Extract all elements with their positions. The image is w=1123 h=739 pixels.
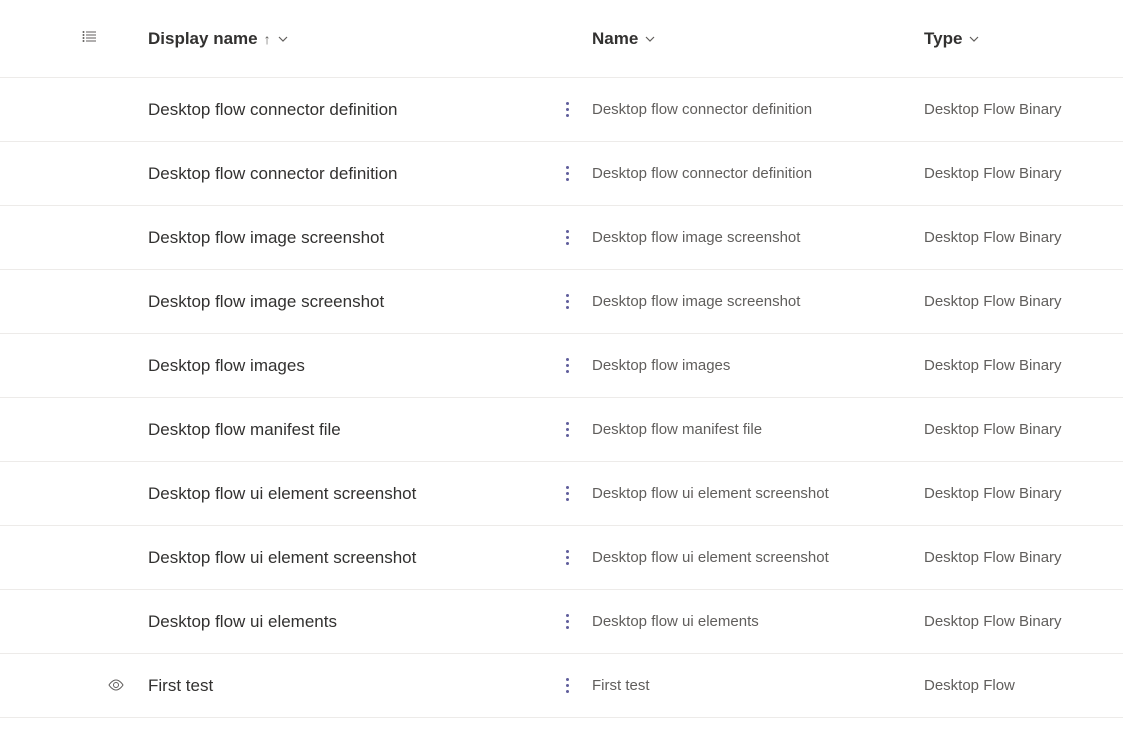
table-row[interactable]: Desktop flow image screenshot Desktop flo…	[0, 206, 1123, 270]
table-row[interactable]: Desktop flow image screenshot Desktop flo…	[0, 270, 1123, 334]
column-header-type-label: Type	[924, 29, 962, 49]
row-actions-cell	[542, 480, 592, 507]
more-actions-icon[interactable]	[560, 160, 575, 187]
type-cell: Desktop Flow Binary	[924, 229, 1123, 246]
column-header-type[interactable]: Type	[924, 29, 980, 49]
row-actions-cell	[542, 160, 592, 187]
name-cell: Desktop flow manifest file	[592, 421, 924, 438]
more-actions-icon[interactable]	[560, 480, 575, 507]
type-cell: Desktop Flow Binary	[924, 421, 1123, 438]
chevron-down-icon	[644, 33, 656, 45]
display-name-cell[interactable]: First test	[148, 676, 542, 696]
table-row[interactable]: Desktop flow connector definitionDesktop…	[0, 142, 1123, 206]
table-row[interactable]: Desktop flow manifest file Desktop flow m…	[0, 398, 1123, 462]
more-actions-icon[interactable]	[560, 96, 575, 123]
name-cell: Desktop flow connector definition	[592, 101, 924, 118]
more-actions-icon[interactable]	[560, 352, 575, 379]
table-row[interactable]: Desktop flow ui elements Desktop flow ui …	[0, 590, 1123, 654]
column-header-name-label: Name	[592, 29, 638, 49]
name-cell: Desktop flow ui elements	[592, 613, 924, 630]
row-actions-cell	[542, 288, 592, 315]
display-name-cell[interactable]: Desktop flow ui elements	[148, 612, 542, 632]
type-cell: Desktop Flow Binary	[924, 485, 1123, 502]
row-icon-cell	[0, 678, 148, 694]
sort-ascending-icon: ↑	[264, 31, 271, 47]
more-actions-icon[interactable]	[560, 288, 575, 315]
display-name-cell[interactable]: Desktop flow connector definition	[148, 100, 542, 120]
table-row[interactable]: Desktop flow imagesDesktop flow imagesDe…	[0, 334, 1123, 398]
chevron-down-icon	[968, 33, 980, 45]
display-name-cell[interactable]: Desktop flow connector definition	[148, 164, 542, 184]
row-actions-cell	[542, 672, 592, 699]
chevron-down-icon	[277, 33, 289, 45]
more-actions-icon[interactable]	[560, 224, 575, 251]
type-cell: Desktop Flow Binary	[924, 101, 1123, 118]
data-table: Display name ↑ Name Ty	[0, 0, 1123, 718]
display-name-cell[interactable]: Desktop flow ui element screenshot	[148, 484, 542, 504]
name-cell: Desktop flow image screenshot	[592, 229, 924, 246]
table-row[interactable]: Desktop flow ui element screenshotDeskto…	[0, 462, 1123, 526]
type-cell: Desktop Flow Binary	[924, 549, 1123, 566]
name-cell: Desktop flow ui element screenshot	[592, 549, 924, 566]
name-cell: Desktop flow ui element screenshot	[592, 485, 924, 502]
table-row[interactable]: Desktop flow ui element screenshotDeskto…	[0, 526, 1123, 590]
row-actions-cell	[542, 416, 592, 443]
header-list-icon-cell	[0, 29, 148, 48]
type-cell: Desktop Flow Binary	[924, 613, 1123, 630]
eye-icon	[108, 678, 124, 694]
column-header-display-name[interactable]: Display name ↑	[148, 29, 289, 49]
table-row[interactable]: Desktop flow connector definitionDesktop…	[0, 78, 1123, 142]
more-actions-icon[interactable]	[560, 416, 575, 443]
more-actions-icon[interactable]	[560, 608, 575, 635]
display-name-cell[interactable]: Desktop flow images	[148, 356, 542, 376]
name-cell: First test	[592, 677, 924, 694]
type-cell: Desktop Flow Binary	[924, 357, 1123, 374]
table-header-row: Display name ↑ Name Ty	[0, 0, 1123, 78]
list-icon[interactable]	[82, 29, 98, 48]
name-cell: Desktop flow image screenshot	[592, 293, 924, 310]
row-actions-cell	[542, 224, 592, 251]
type-cell: Desktop Flow Binary	[924, 165, 1123, 182]
display-name-cell[interactable]: Desktop flow manifest file	[148, 420, 542, 440]
display-name-cell[interactable]: Desktop flow ui element screenshot	[148, 548, 542, 568]
row-actions-cell	[542, 352, 592, 379]
type-cell: Desktop Flow	[924, 677, 1123, 694]
name-cell: Desktop flow images	[592, 357, 924, 374]
column-header-name[interactable]: Name	[592, 29, 656, 49]
name-cell: Desktop flow connector definition	[592, 165, 924, 182]
display-name-cell[interactable]: Desktop flow image screenshot	[148, 228, 542, 248]
more-actions-icon[interactable]	[560, 672, 575, 699]
column-header-display-name-label: Display name	[148, 29, 258, 49]
more-actions-icon[interactable]	[560, 544, 575, 571]
row-actions-cell	[542, 96, 592, 123]
row-actions-cell	[542, 608, 592, 635]
type-cell: Desktop Flow Binary	[924, 293, 1123, 310]
row-actions-cell	[542, 544, 592, 571]
display-name-cell[interactable]: Desktop flow image screenshot	[148, 292, 542, 312]
table-row[interactable]: First testFirst testDesktop Flow	[0, 654, 1123, 718]
